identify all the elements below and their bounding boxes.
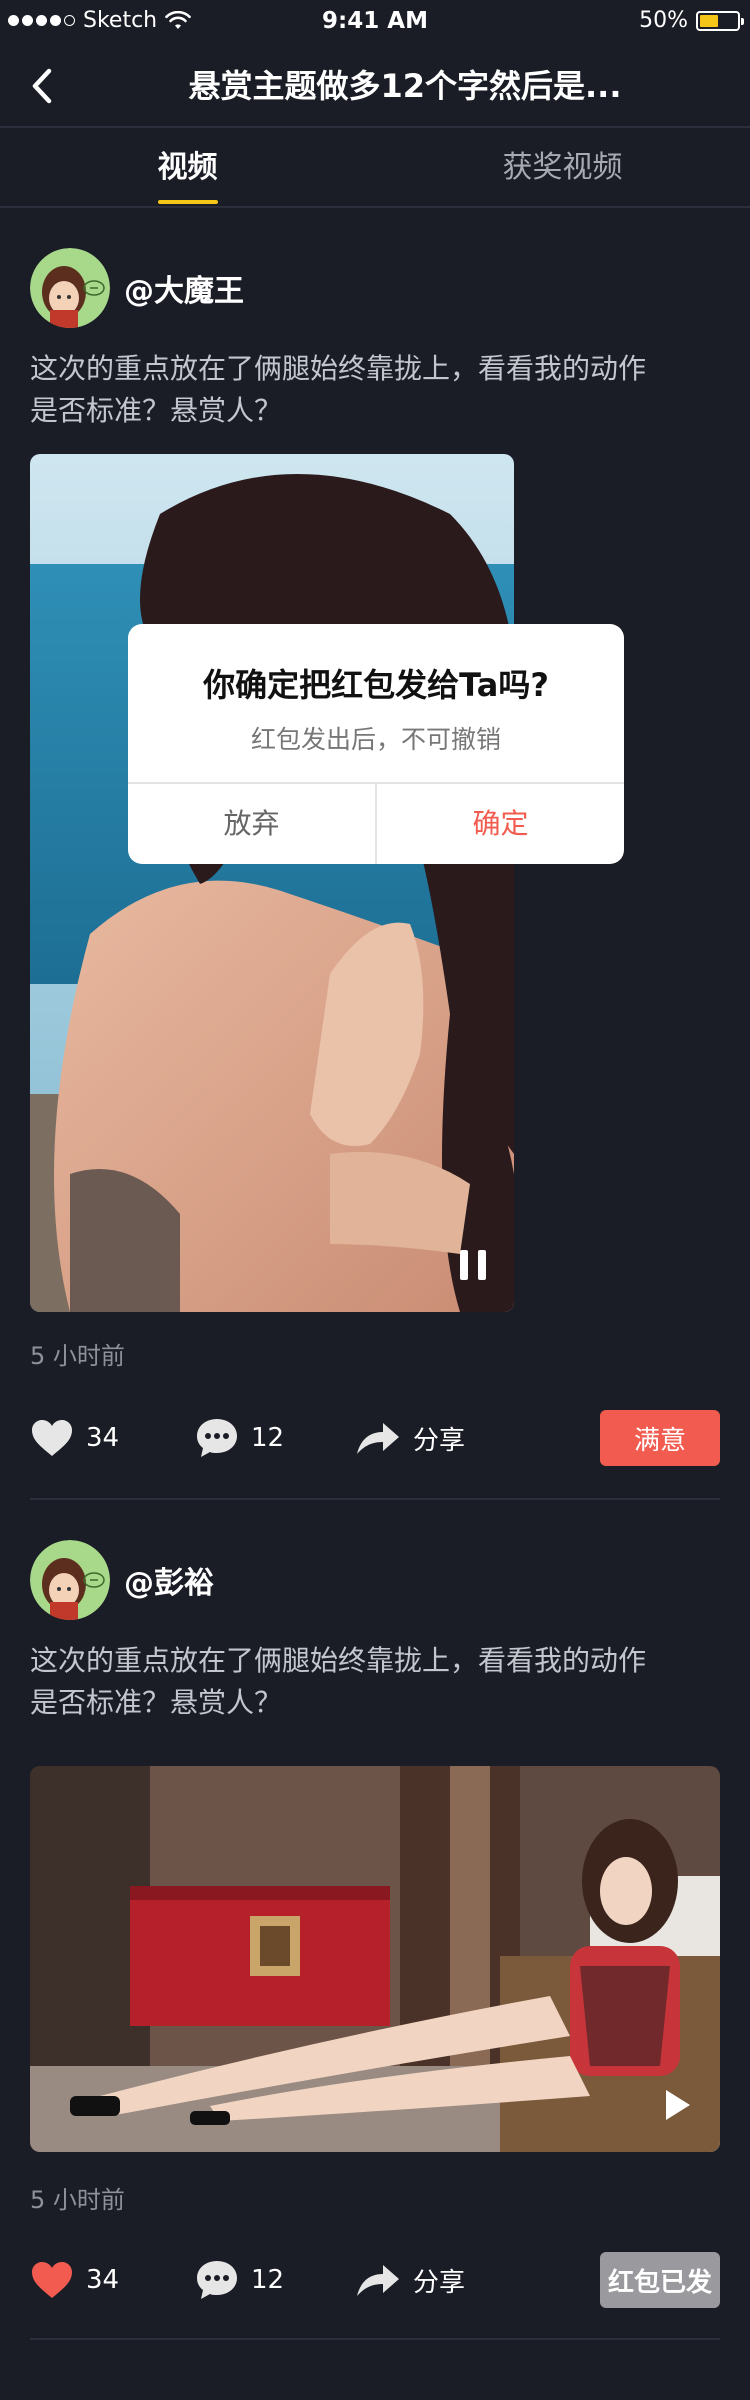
back-button[interactable] [18,62,66,110]
confirm-dialog: 你确定把红包发给Ta吗? 红包发出后，不可撤销 放弃 确定 [128,624,624,864]
status-time: 9:41 AM [322,8,428,34]
share-arrow-icon [357,1423,399,1454]
like-count: 34 [86,2265,120,2295]
pause-icon[interactable] [458,1248,488,1282]
video-thumbnail [30,1766,720,2152]
post-text: 这次的重点放在了俩腿始终靠拢上，看看我的动作是否标准？悬赏人？ [30,352,647,427]
status-bar: Sketch 9:41 AM 50% [0,0,750,44]
share-label: 分享 [413,1425,466,1456]
avatar[interactable] [30,1540,110,1620]
tab-videos[interactable]: 视频 [0,128,375,208]
avatar[interactable] [30,248,110,328]
active-tab-indicator [158,200,218,204]
navigation-bar: 悬赏主题做多12个字然后是... [0,44,750,128]
post-text: 这次的重点放在了俩腿始终靠拢上，看看我的动作是否标准？悬赏人？ [30,1644,647,1719]
dialog-title: 你确定把红包发给Ta吗? [203,666,549,704]
heart-icon [32,2262,72,2298]
tab-award-videos[interactable]: 获奖视频 [375,128,750,208]
like-button[interactable]: 34 [30,2250,119,2310]
post-divider [30,2338,720,2340]
username[interactable]: @大魔王 [124,266,244,310]
share-button[interactable]: 分享 [355,1408,465,1468]
post-card: @彭裕 这次的重点放在了俩腿始终靠拢上，看看我的动作是否标准？悬赏人？ 5 小时… [0,1500,750,2340]
post-timestamp: 5 小时前 [30,1342,125,1370]
comment-button[interactable]: 12 [195,2250,284,2310]
comment-button[interactable]: 12 [195,1408,284,1468]
satisfied-button[interactable]: 满意 [600,1410,720,1466]
share-arrow-icon [357,2265,399,2296]
post-author[interactable]: @彭裕 [30,1540,214,1620]
like-button[interactable]: 34 [30,1408,119,1468]
video-thumbnail [30,454,514,1312]
username[interactable]: @彭裕 [124,1558,214,1602]
post-timestamp: 5 小时前 [30,2186,125,2214]
status-right: 50% [639,8,744,33]
speech-bubble-icon [197,2261,237,2299]
speech-bubble-icon [197,1419,237,1457]
tab-bar: 视频 获奖视频 [0,128,750,208]
share-label: 分享 [413,2267,466,2298]
share-button[interactable]: 分享 [355,2250,465,2310]
like-count: 34 [86,1423,120,1453]
dialog-message: 红包发出后，不可撤销 [250,725,501,754]
page: Sketch 9:41 AM 50% 悬赏主题做多12个字然后是... 视频 获… [0,0,750,2400]
battery-fill [700,14,718,27]
post-author[interactable]: @大魔王 [30,248,244,328]
comment-count: 12 [251,1423,285,1453]
play-icon[interactable] [662,2088,692,2122]
video-player[interactable] [30,1766,720,2152]
chevron-left-icon [32,68,52,104]
comment-count: 12 [251,2265,285,2295]
dialog-confirm-button[interactable]: 确定 [377,784,624,864]
post-actions: 34 12 分享 红包已发 [30,2250,720,2310]
post-actions: 34 12 分享 满意 [30,1408,720,1468]
dialog-cancel-button[interactable]: 放弃 [128,784,375,864]
video-player[interactable] [30,454,514,1312]
heart-icon [32,1420,72,1456]
battery-percentage: 50% [639,8,688,33]
page-title: 悬赏主题做多12个字然后是... [188,67,622,105]
battery-icon [696,10,744,31]
red-packet-sent-badge: 红包已发 [600,2252,720,2308]
